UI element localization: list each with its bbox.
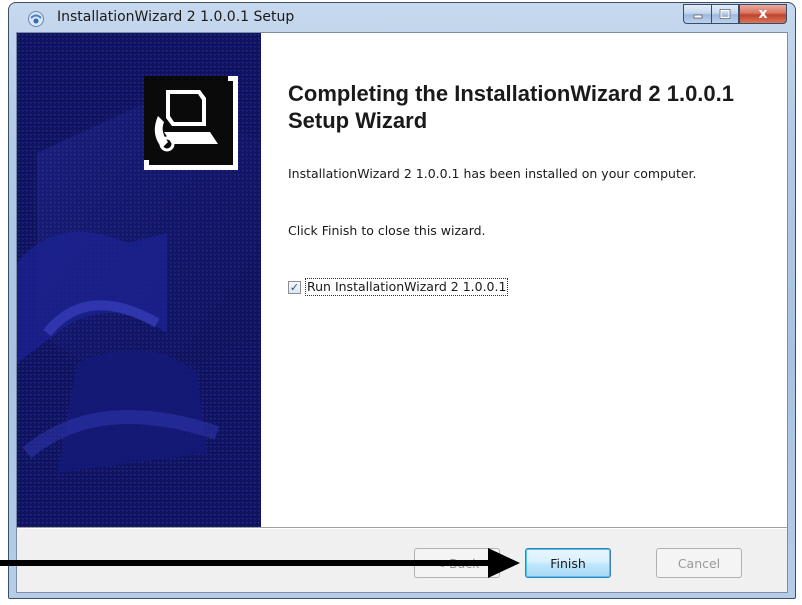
installed-message: InstallationWizard 2 1.0.0.1 has been in… [288,166,697,181]
footer-separator [17,527,787,529]
run-checkbox-label[interactable]: Run InstallationWizard 2 1.0.0.1 [305,278,509,296]
window-title: InstallationWizard 2 1.0.0.1 Setup [57,9,295,25]
installer-app-icon [28,11,44,27]
finish-button[interactable]: Finish [525,548,611,578]
wizard-client-area: Completing the InstallationWizard 2 1.0.… [16,32,788,593]
close-icon: x [758,6,768,22]
title-bar[interactable]: InstallationWizard 2 1.0.0.1 Setup x [9,3,795,33]
wizard-banner-image [17,33,261,527]
maximize-icon [719,9,731,19]
minimize-icon [693,14,702,19]
computer-install-icon [144,76,228,160]
wizard-content-panel: Completing the InstallationWizard 2 1.0.… [261,33,787,527]
run-after-install-option[interactable]: ✓ Run InstallationWizard 2 1.0.0.1 [288,278,509,296]
maximize-button[interactable] [711,4,739,24]
setup-window: InstallationWizard 2 1.0.0.1 Setup x Com… [8,2,796,599]
finish-instruction: Click Finish to close this wizard. [288,223,486,238]
caption-buttons: x [683,4,787,26]
cancel-button[interactable]: Cancel [656,548,742,578]
installer-logo [144,76,238,170]
minimize-button[interactable] [683,4,711,24]
checkmark-icon: ✓ [289,280,300,294]
close-button[interactable]: x [739,4,787,24]
page-title: Completing the InstallationWizard 2 1.0.… [288,81,734,133]
annotation-arrow [0,548,520,578]
run-checkbox[interactable]: ✓ [288,280,301,294]
